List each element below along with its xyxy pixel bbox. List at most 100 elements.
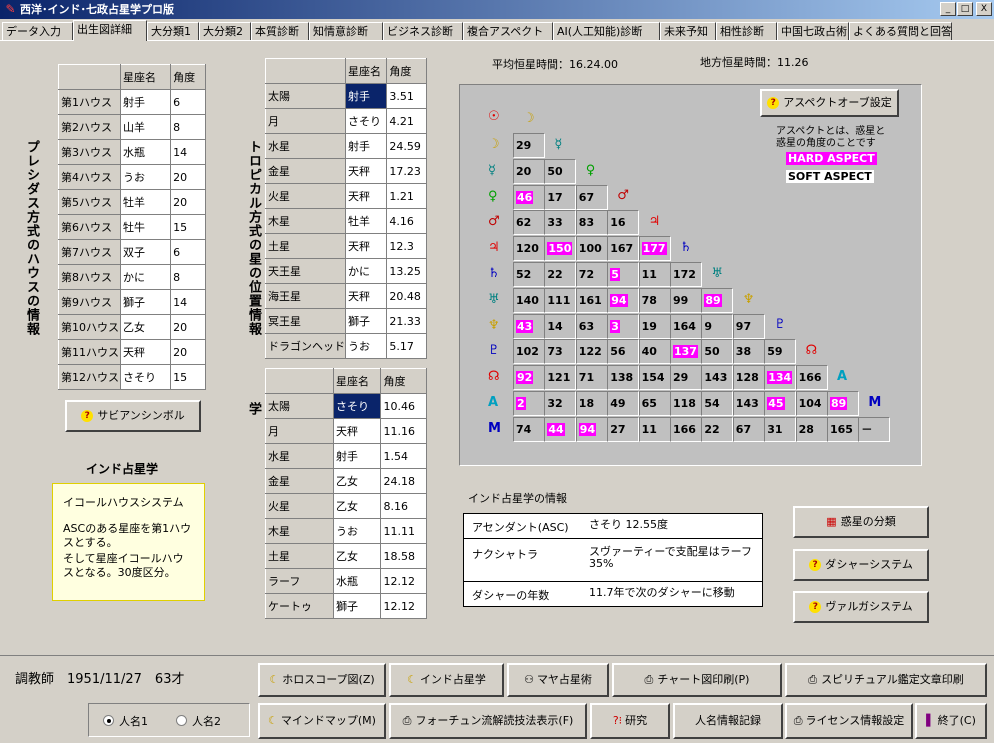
india-box-p2: そして星座イコールハウスとなる。30度区分。 bbox=[63, 552, 184, 579]
table-row[interactable]: 第10ハウス 乙女 20 bbox=[58, 314, 206, 340]
aspect-value: 50 bbox=[547, 164, 563, 178]
varga-system-label: ヴァルガシステム bbox=[825, 600, 913, 613]
table-row[interactable]: 第7ハウス 双子 6 bbox=[58, 239, 206, 265]
tab-12[interactable]: よくある質問と回答 bbox=[849, 22, 952, 41]
tab-1[interactable]: 出生図詳細 bbox=[73, 20, 147, 41]
table-row[interactable]: 海王星 天秤 20.48 bbox=[265, 283, 427, 309]
aspect-cell: 165 bbox=[827, 416, 859, 442]
table-row[interactable]: ラーフ 水瓶 12.12 bbox=[265, 568, 427, 594]
table-row[interactable]: 第3ハウス 水瓶 14 bbox=[58, 139, 206, 165]
radio-person2[interactable] bbox=[176, 715, 187, 726]
tab-0[interactable]: データ入力 bbox=[2, 22, 73, 41]
planet-symbol-icon: ☿ bbox=[554, 136, 563, 152]
table-row[interactable]: 第8ハウス かに 8 bbox=[58, 264, 206, 290]
table-cell: 第1ハウス bbox=[58, 89, 121, 115]
table-row[interactable]: 木星 牡羊 4.16 bbox=[265, 208, 427, 234]
dasha-system-button[interactable]: ? ダシャーシステム bbox=[793, 549, 929, 581]
table-row[interactable]: 金星 乙女 24.18 bbox=[265, 468, 427, 494]
aspect-value: 94 bbox=[578, 422, 597, 436]
table-row[interactable]: 第9ハウス 獅子 14 bbox=[58, 289, 206, 315]
table-row[interactable]: 水星 射手 1.54 bbox=[265, 443, 427, 469]
table-row[interactable]: 土星 乙女 18.58 bbox=[265, 543, 427, 569]
tab-10[interactable]: 相性診断 bbox=[716, 22, 777, 41]
tab-bar: データ入力 出生図詳細 大分類1 大分類2 本質診断 知情意診断 ビジネス診断 複合アスペクト… bbox=[0, 20, 994, 41]
table-row[interactable]: 火星 天秤 1.21 bbox=[265, 183, 427, 209]
chart-print-button[interactable]: ⎙ チャート図印刷(P) bbox=[612, 663, 782, 697]
planet-classification-button[interactable]: ▦ 惑星の分類 bbox=[793, 506, 929, 538]
exit-button[interactable]: ▌ 終了(C) bbox=[915, 703, 987, 739]
table-row[interactable]: 土星 天秤 12.3 bbox=[265, 233, 427, 259]
aspect-value: 67 bbox=[578, 190, 595, 204]
table-row[interactable]: 太陽 さそり 10.46 bbox=[265, 393, 427, 419]
table-cell: 第11ハウス bbox=[58, 339, 121, 365]
aspect-orb-button[interactable]: ? アスペクトオーブ設定 bbox=[760, 89, 899, 117]
aspect-cell: 128 bbox=[732, 365, 765, 391]
tab-2[interactable]: 大分類1 bbox=[147, 22, 199, 41]
table-row[interactable]: 冥王星 獅子 21.33 bbox=[265, 308, 427, 334]
horoscope-label: ホロスコープ図(Z) bbox=[282, 673, 375, 686]
tab-5[interactable]: 知情意診断 bbox=[309, 22, 383, 41]
license-button[interactable]: ⎙ ライセンス情報設定 bbox=[785, 703, 913, 739]
person-record-button[interactable]: 人名情報記録 bbox=[673, 703, 783, 739]
tab-11[interactable]: 中国七政占術 bbox=[777, 22, 849, 41]
radio-person1[interactable] bbox=[103, 715, 114, 726]
fortune-method-button[interactable]: ⎙ フォーチュン流解読技法表示(F) bbox=[389, 703, 587, 739]
india-box-title: イコールハウスシステム bbox=[63, 496, 184, 509]
sabian-button[interactable]: ? サビアンシンボル bbox=[65, 400, 201, 432]
tab-7[interactable]: 複合アスペクト bbox=[463, 22, 553, 41]
aspect-cell: 92 bbox=[513, 365, 545, 391]
table-row[interactable]: 月天秤 11.16 bbox=[265, 418, 427, 444]
table-row[interactable]: 天王星 かに 13.25 bbox=[265, 258, 427, 284]
tab-4[interactable]: 本質診断 bbox=[251, 22, 309, 41]
tab-8[interactable]: AI(人工知能)診断 bbox=[553, 22, 660, 41]
aspect-value: 73 bbox=[547, 345, 563, 359]
maya-astrology-button[interactable]: ⚇ マヤ占星術 bbox=[507, 663, 609, 697]
aspect-cell: 140 bbox=[513, 287, 545, 313]
table-row[interactable]: 第1ハウス 射手 6 bbox=[58, 89, 206, 115]
tab-6[interactable]: ビジネス診断 bbox=[383, 22, 463, 41]
table-row[interactable]: 月さそり 4.21 bbox=[265, 108, 427, 134]
soft-aspect-label: SOFT ASPECT bbox=[786, 170, 874, 183]
aspect-value: 122 bbox=[578, 345, 602, 359]
aspect-cell: 74 bbox=[513, 416, 545, 442]
aspect-cell: 111 bbox=[544, 287, 577, 313]
research-button[interactable]: ?⁝ 研究 bbox=[590, 703, 670, 739]
table-cell: 6 bbox=[170, 239, 206, 265]
table-row[interactable]: ケートゥ 獅子 12.12 bbox=[265, 593, 427, 619]
maya-icon: ⚇ bbox=[524, 673, 534, 686]
table-row[interactable]: 第6ハウス 牡牛 15 bbox=[58, 214, 206, 240]
table-row[interactable]: 太陽 射手 3.51 bbox=[265, 83, 427, 109]
table-cell: 金星 bbox=[265, 468, 334, 494]
mindmap-button[interactable]: ☾ マインドマップ(M) bbox=[258, 703, 386, 739]
table-cell: 21.33 bbox=[386, 308, 427, 334]
aspect-value: 120 bbox=[516, 242, 539, 256]
table-row[interactable]: 金星 天秤 17.23 bbox=[265, 158, 427, 184]
exit-label: 終了(C) bbox=[937, 714, 976, 727]
table-cell: 第5ハウス bbox=[58, 189, 121, 215]
india-astrology-button[interactable]: ☾ インド占星学 bbox=[389, 663, 504, 697]
aspect-cell: 83 bbox=[575, 210, 608, 236]
table-row[interactable]: 水星 射手 24.59 bbox=[265, 133, 427, 159]
tab-3[interactable]: 大分類2 bbox=[199, 22, 251, 41]
table-row[interactable]: 第11ハウス 天秤 20 bbox=[58, 339, 206, 365]
table-row[interactable]: 第4ハウス うお 20 bbox=[58, 164, 206, 190]
table-cell: うお bbox=[332, 518, 382, 544]
aspect-value: 28 bbox=[798, 422, 814, 436]
minimize-button[interactable]: _ bbox=[940, 2, 956, 16]
aspect-value: 104 bbox=[798, 397, 822, 410]
aspect-value: 40 bbox=[641, 345, 657, 359]
maximize-button[interactable]: □ bbox=[957, 2, 973, 16]
table-row[interactable]: 第2ハウス 山羊 8 bbox=[58, 114, 206, 140]
planet-symbol-icon: ♂ bbox=[617, 188, 629, 204]
spiritual-print-button[interactable]: ⎙ スピリチュアル鑑定文章印刷 bbox=[785, 663, 987, 697]
horoscope-button[interactable]: ☾ ホロスコープ図(Z) bbox=[258, 663, 386, 697]
table-row[interactable]: 第5ハウス 牡羊 20 bbox=[58, 189, 206, 215]
table-row[interactable]: 第12ハウス さそり 15 bbox=[58, 364, 206, 390]
table-row[interactable]: 木星 うお 11.11 bbox=[265, 518, 427, 544]
close-button[interactable]: X bbox=[976, 2, 992, 16]
table-cell: 月 bbox=[265, 418, 334, 444]
table-row[interactable]: 火星 乙女 8.16 bbox=[265, 493, 427, 519]
tab-9[interactable]: 未来予知 bbox=[660, 22, 716, 41]
table-row[interactable]: ドラゴンヘッド うお 5.17 bbox=[265, 333, 427, 359]
varga-system-button[interactable]: ? ヴァルガシステム bbox=[793, 591, 929, 623]
